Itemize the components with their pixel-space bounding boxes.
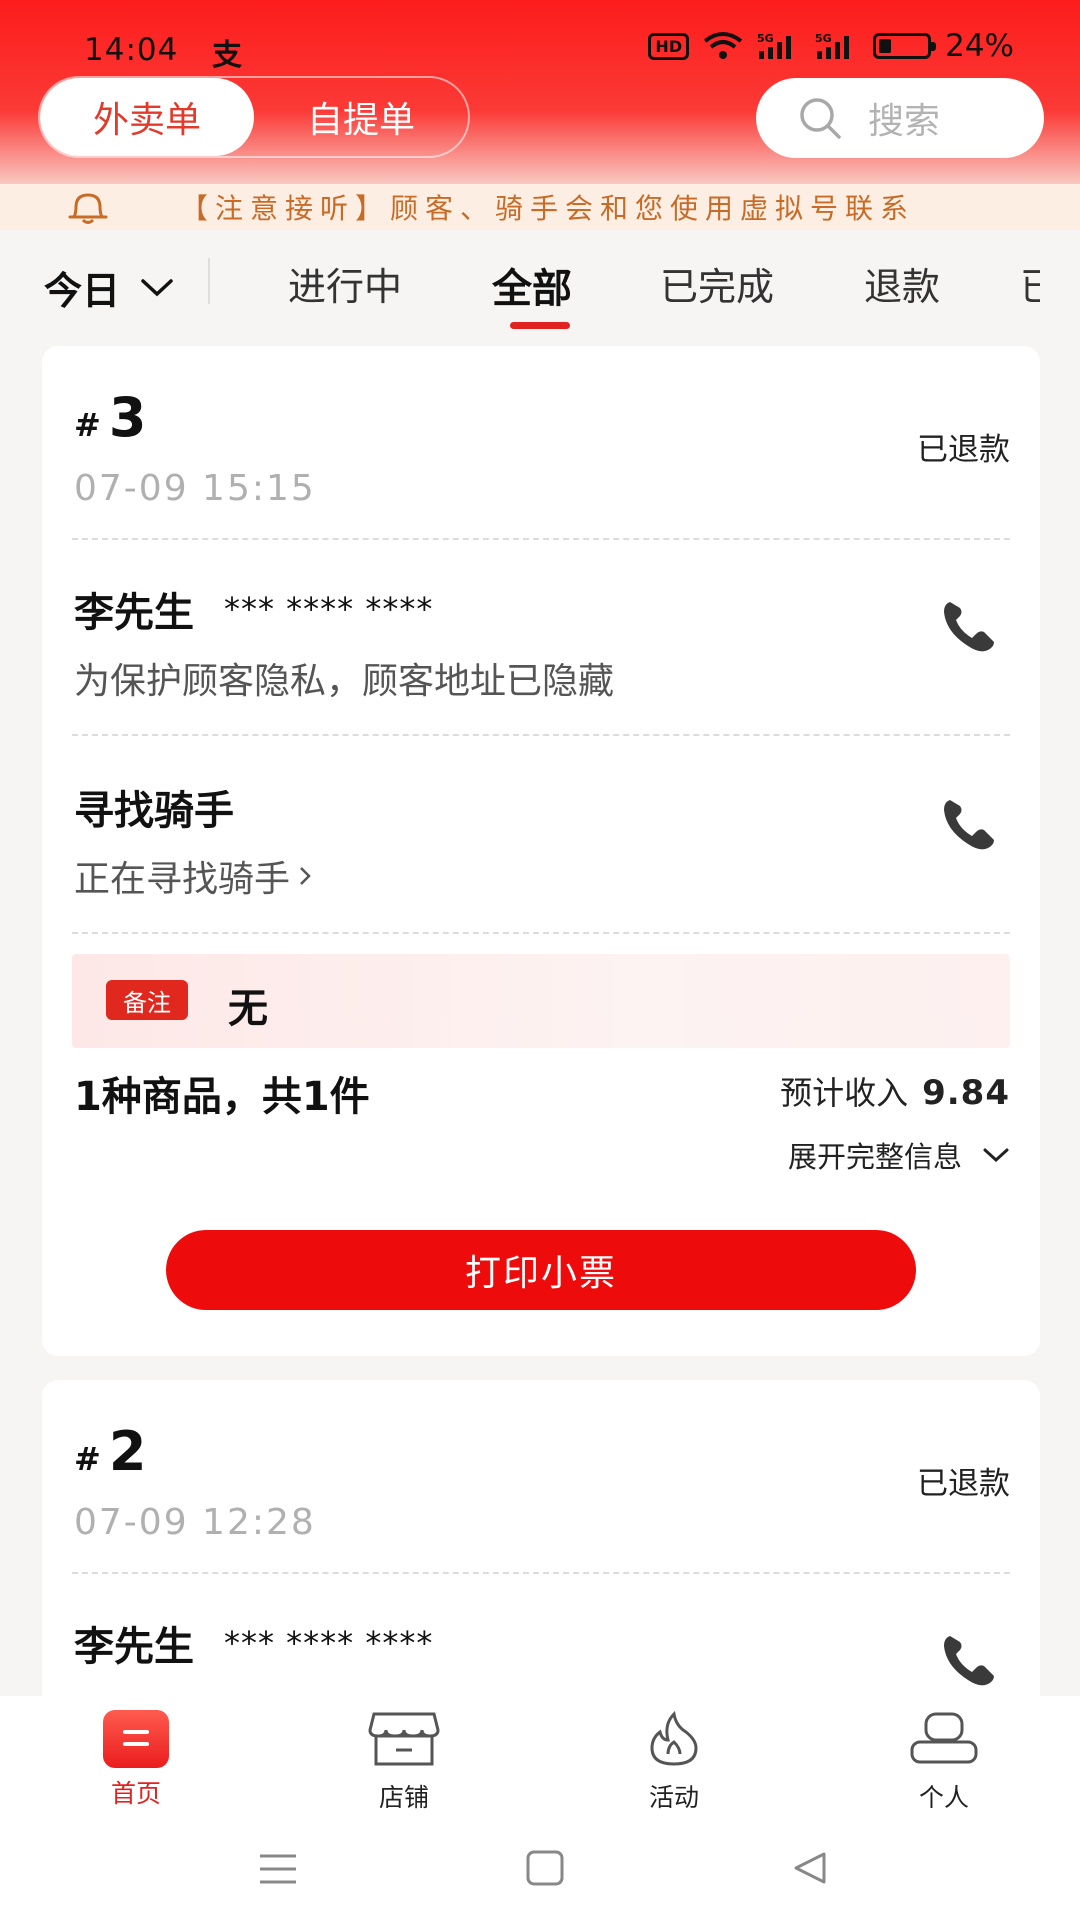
svg-text:5G: 5G [815, 32, 832, 45]
alipay-icon: 支 [212, 38, 242, 73]
estimated-income: 预计收入 9.84 [780, 1068, 1010, 1114]
order-card: # 3 已退款 07-09 15:15 李先生 *** **** **** 为保… [42, 346, 1040, 1356]
nav-store-label: 店铺 [378, 1783, 429, 1812]
tab-refund[interactable]: 退款 [864, 256, 940, 311]
customer-phone: *** **** **** [224, 590, 434, 628]
order-datetime: 07-09 12:28 [74, 1502, 316, 1543]
phone-icon[interactable] [940, 598, 1000, 654]
tab-overflow[interactable]: 已 [1020, 256, 1040, 311]
chevron-down-icon [141, 278, 173, 296]
tab-completed[interactable]: 已完成 [660, 256, 774, 311]
nav-store[interactable]: 店铺 [344, 1710, 464, 1814]
order-status: 已退款 [917, 1466, 1010, 1502]
flame-icon [650, 1710, 698, 1766]
date-selector[interactable]: 今日 [44, 260, 174, 315]
active-tab-indicator [510, 322, 570, 329]
divider [208, 258, 210, 304]
wifi-icon [703, 32, 743, 59]
item-summary: 1种商品，共1件 [74, 1074, 370, 1120]
chevron-down-icon [983, 1148, 1009, 1163]
chevron-right-icon [300, 867, 311, 885]
filter-bar: 今日 进行中 全部 已完成 退款 已 [0, 230, 1080, 342]
hd-icon: HD [648, 32, 690, 60]
user-icon [910, 1712, 978, 1764]
back-icon[interactable] [792, 1850, 828, 1886]
remark-text: 无 [228, 986, 268, 1032]
nav-profile-label: 个人 [918, 1783, 969, 1812]
order-hash: # [74, 406, 101, 444]
divider [72, 1572, 1010, 1574]
remark-box: 备注 无 [72, 954, 1010, 1048]
signal-5g-icon-2: 5G [815, 32, 850, 59]
home-square-icon[interactable] [526, 1850, 564, 1886]
nav-home[interactable]: 首页 [76, 1710, 196, 1810]
rider-phone-icon[interactable] [940, 796, 1000, 852]
signal-5g-icon: 5G [757, 32, 792, 59]
order-status: 已退款 [917, 432, 1010, 468]
expand-details-button[interactable]: 展开完整信息 [788, 1134, 1010, 1176]
bottom-nav: 首页 店铺 活动 个人 [0, 1696, 1080, 1820]
order-datetime: 07-09 15:15 [74, 468, 316, 509]
rider-status-link[interactable]: 正在寻找骑手 [74, 850, 312, 902]
income-value: 9.84 [922, 1073, 1010, 1113]
search-placeholder: 搜索 [868, 101, 941, 142]
divider [72, 932, 1010, 934]
tab-delivery-orders[interactable]: 外卖单 [40, 78, 254, 156]
svg-text:5G: 5G [757, 32, 774, 45]
header: 14:04 支 HD 5G 5G 24% 外卖单 自提单 搜索 [0, 0, 1080, 184]
address-note: 为保护顾客隐私，顾客地址已隐藏 [74, 661, 615, 702]
notice-bar: 【注意接听】顾客、骑手会和您使用虚拟号联系 [0, 184, 1080, 230]
notice-text: 【注意接听】顾客、骑手会和您使用虚拟号联系 [180, 192, 916, 225]
rider-status: 正在寻找骑手 [74, 859, 291, 900]
nav-activity[interactable]: 活动 [614, 1710, 734, 1814]
battery-level: 24% [945, 28, 1014, 64]
expand-label: 展开完整信息 [787, 1140, 962, 1174]
tab-pickup-orders[interactable]: 自提单 [254, 78, 468, 156]
system-nav-bar [0, 1820, 1080, 1920]
search-input[interactable]: 搜索 [756, 78, 1044, 158]
phone-icon[interactable] [940, 1632, 1000, 1688]
date-selector-label: 今日 [44, 269, 121, 313]
print-receipt-button[interactable]: 打印小票 [166, 1230, 916, 1310]
bell-icon [68, 193, 108, 224]
divider [72, 538, 1010, 540]
customer-name: 李先生 [74, 1624, 194, 1670]
order-number-value: 3 [108, 386, 147, 449]
nav-home-label: 首页 [110, 1779, 161, 1808]
income-label: 预计收入 [780, 1074, 909, 1112]
battery-icon [873, 33, 937, 59]
menu-icon[interactable] [258, 1852, 298, 1886]
order-hash: # [74, 1440, 101, 1478]
search-icon [800, 98, 841, 139]
home-icon [103, 1710, 169, 1768]
customer-phone: *** **** **** [224, 1624, 434, 1662]
tab-all[interactable]: 全部 [492, 256, 572, 314]
customer-name: 李先生 [74, 590, 194, 636]
store-icon [368, 1712, 440, 1766]
order-type-switch: 外卖单 自提单 [38, 76, 470, 158]
order-number-value: 2 [108, 1420, 147, 1483]
nav-profile[interactable]: 个人 [884, 1710, 1004, 1814]
status-time: 14:04 [84, 32, 179, 68]
order-number: # 2 [74, 1420, 146, 1483]
order-number: # 3 [74, 386, 146, 449]
remark-tag: 备注 [106, 980, 188, 1020]
tab-in-progress[interactable]: 进行中 [288, 256, 402, 311]
divider [72, 734, 1010, 736]
rider-title: 寻找骑手 [74, 788, 234, 834]
status-icons: HD 5G 5G 24% [648, 28, 1014, 64]
customer-row: 李先生 *** **** **** [74, 580, 433, 638]
nav-activity-label: 活动 [648, 1783, 699, 1812]
customer-row: 李先生 *** **** **** [74, 1614, 433, 1672]
